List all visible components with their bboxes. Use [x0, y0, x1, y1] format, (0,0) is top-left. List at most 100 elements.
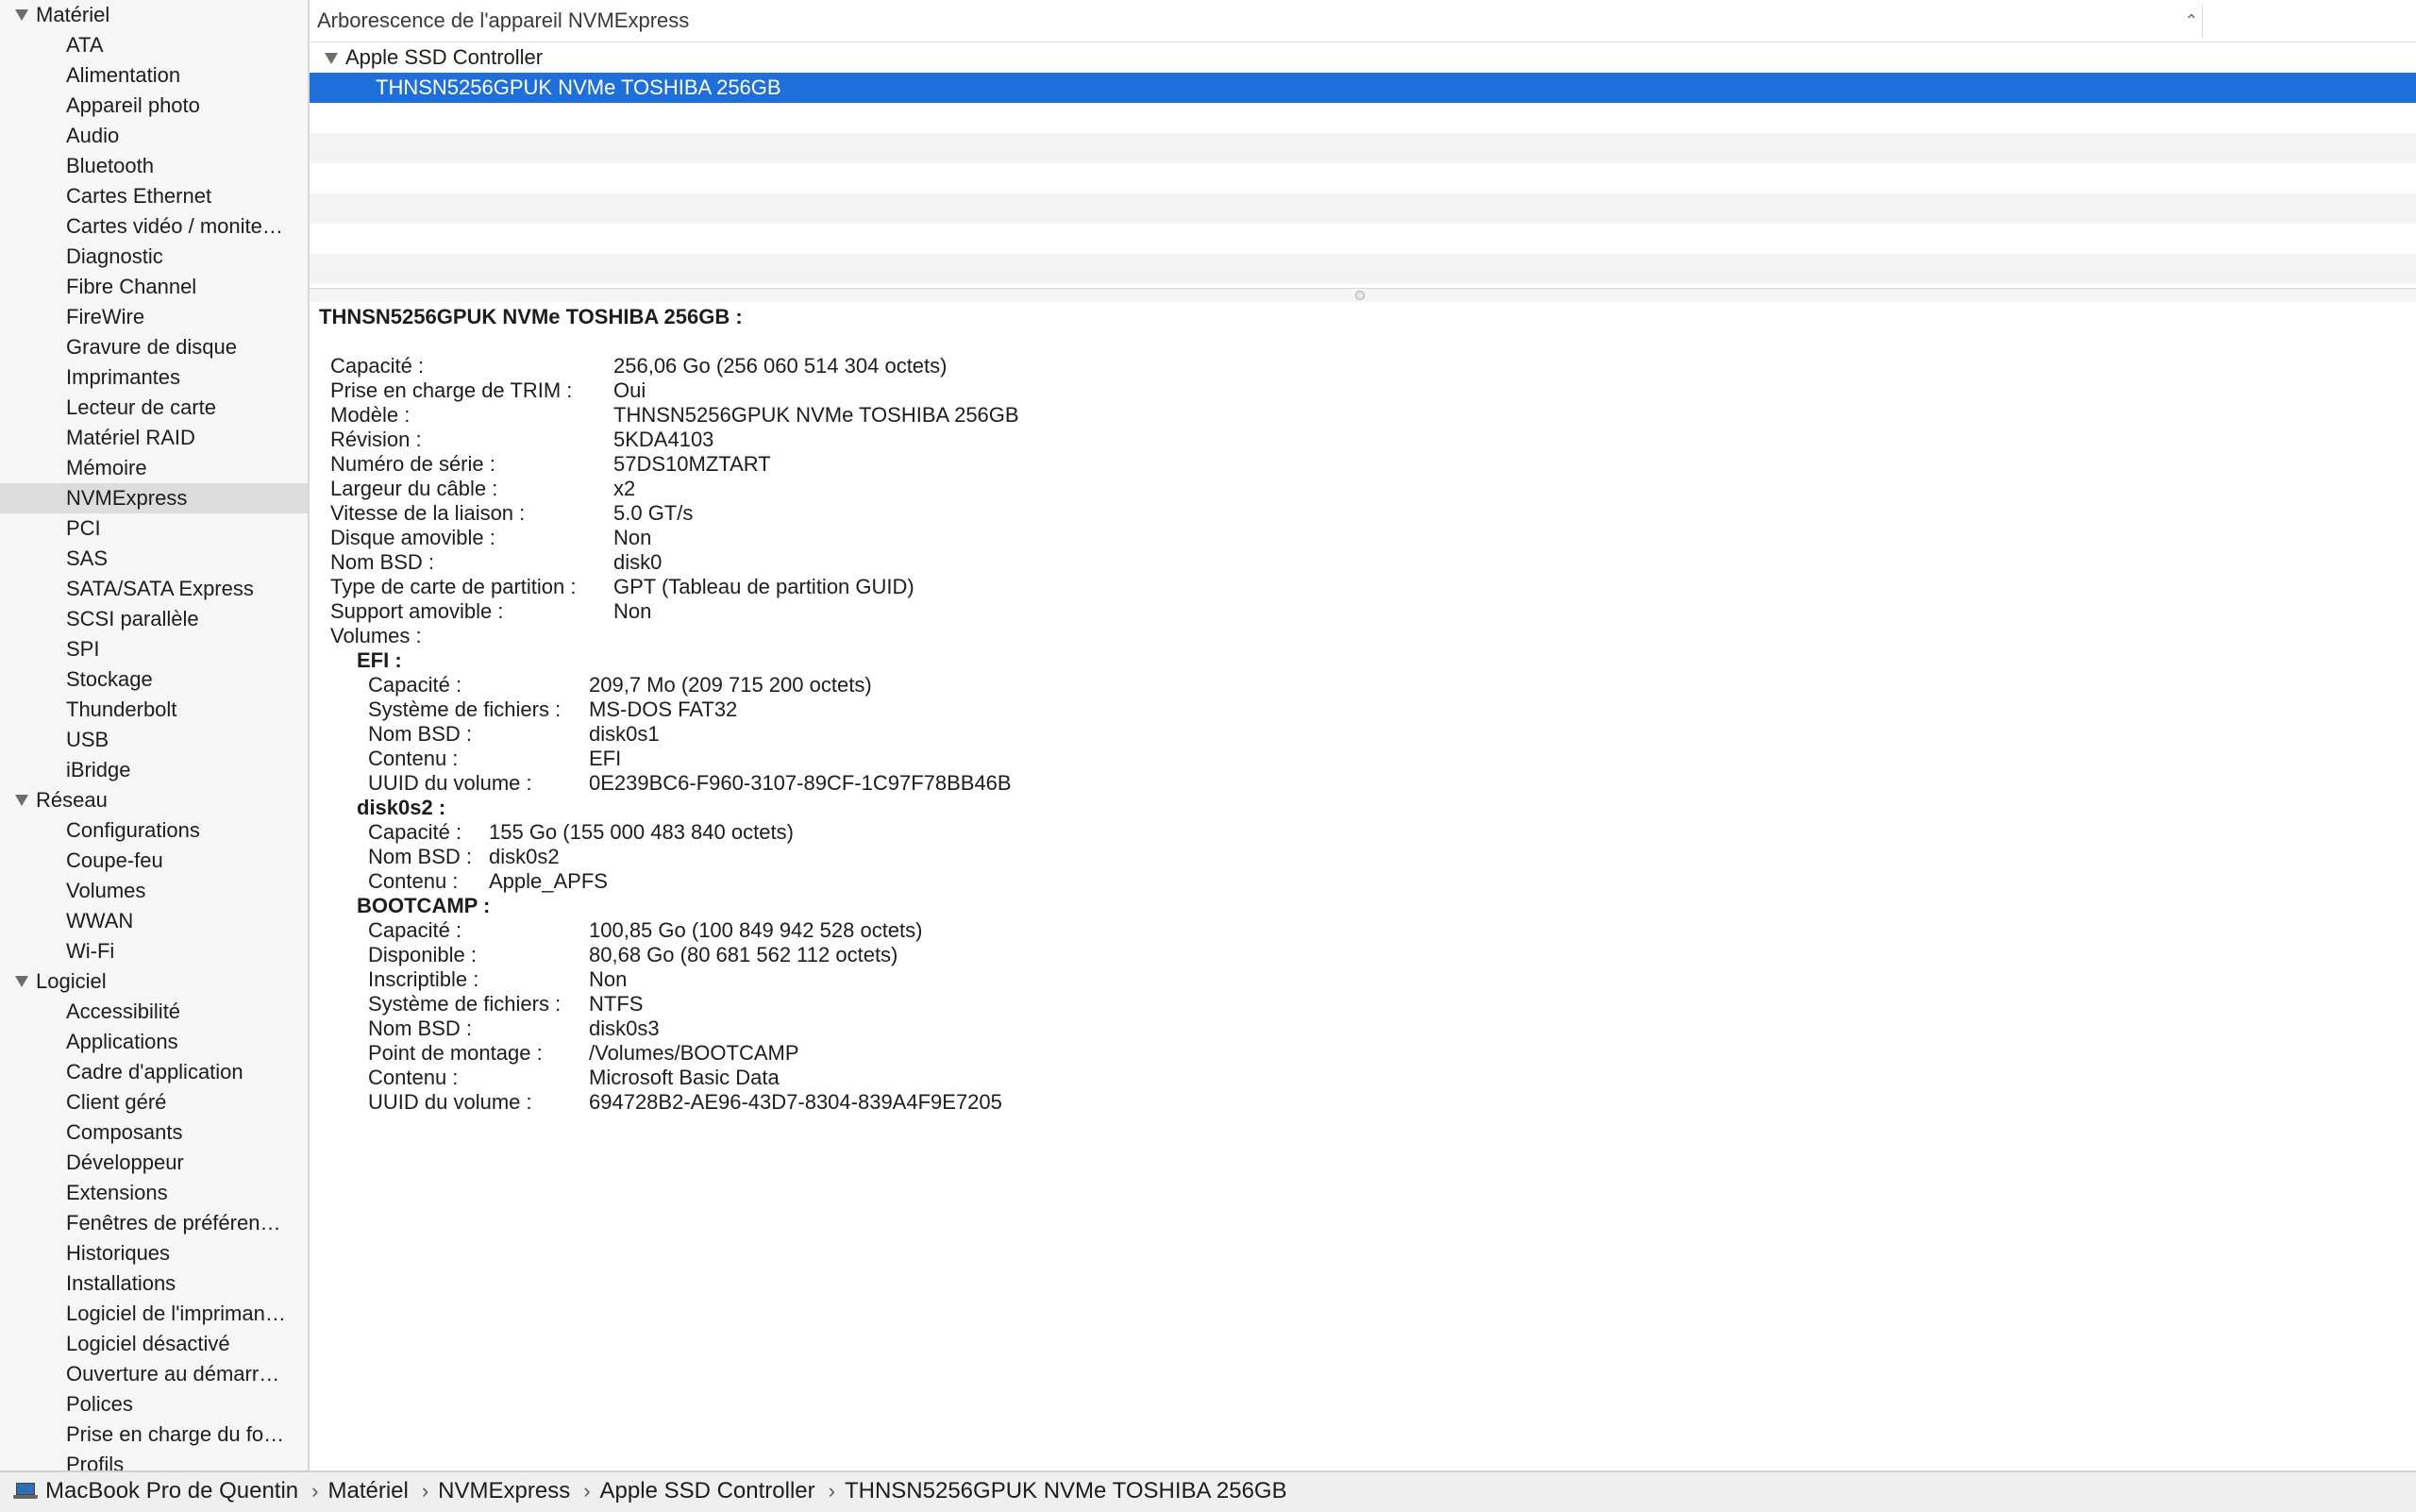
disclosure-triangle-icon[interactable]	[15, 976, 28, 987]
detail-pane: THNSN5256GPUK NVMe TOSHIBA 256GB : Capac…	[310, 302, 2416, 1470]
sidebar: Matériel ATA Alimentation Appareil photo…	[0, 0, 310, 1470]
sidebar-item-coupe-feu[interactable]: Coupe-feu	[0, 846, 308, 876]
sidebar-item-ouverture-demarrage[interactable]: Ouverture au démarr…	[0, 1359, 308, 1389]
sidebar-item-gravure-de-disque[interactable]: Gravure de disque	[0, 332, 308, 362]
sidebar-item-diagnostic[interactable]: Diagnostic	[0, 242, 308, 272]
field-key: Nom BSD :	[368, 722, 473, 746]
sidebar-item-developpeur[interactable]: Développeur	[0, 1148, 308, 1178]
field-value: x2	[613, 477, 636, 500]
chevron-right-icon: ›	[583, 1479, 591, 1503]
sidebar-item-logiciel-desactive[interactable]: Logiciel désactivé	[0, 1329, 308, 1359]
field-value: Non	[613, 526, 652, 549]
sidebar-item-client-gere[interactable]: Client géré	[0, 1087, 308, 1117]
sidebar-item-extensions[interactable]: Extensions	[0, 1178, 308, 1208]
sidebar-item-sata[interactable]: SATA/SATA Express	[0, 574, 308, 604]
volume-heading: EFI :	[357, 648, 402, 672]
field-value: EFI	[589, 747, 622, 770]
sidebar-item-logiciel-imprimante[interactable]: Logiciel de l'impriman…	[0, 1299, 308, 1329]
category-label: Réseau	[36, 788, 108, 812]
sidebar-category-logiciel[interactable]: Logiciel	[0, 966, 308, 997]
disclosure-triangle-icon[interactable]	[15, 9, 28, 21]
field-key: Disque amovible :	[330, 526, 495, 549]
field-value: GPT (Tableau de partition GUID)	[613, 575, 914, 598]
tree-row-controller[interactable]: Apple SSD Controller	[310, 42, 2416, 73]
field-value: 5.0 GT/s	[613, 501, 694, 525]
sidebar-item-thunderbolt[interactable]: Thunderbolt	[0, 695, 308, 725]
field-key: Numéro de série :	[330, 452, 495, 476]
breadcrumb-nvmexpress[interactable]: NVMExpress	[438, 1472, 570, 1510]
sidebar-item-firewire[interactable]: FireWire	[0, 302, 308, 332]
volume-heading: disk0s2 :	[357, 796, 446, 819]
sidebar-item-prise-en-charge-fo[interactable]: Prise en charge du fo…	[0, 1420, 308, 1450]
detail-title: THNSN5256GPUK NVMe TOSHIBA 256GB :	[319, 305, 743, 328]
sidebar-item-sas[interactable]: SAS	[0, 544, 308, 574]
tree-row-device[interactable]: THNSN5256GPUK NVMe TOSHIBA 256GB	[310, 73, 2416, 103]
disclosure-triangle-icon[interactable]	[15, 795, 28, 806]
field-value: 209,7 Mo (209 715 200 octets)	[589, 673, 872, 697]
sidebar-item-bluetooth[interactable]: Bluetooth	[0, 151, 308, 181]
sidebar-item-stockage[interactable]: Stockage	[0, 664, 308, 695]
sidebar-item-pci[interactable]: PCI	[0, 513, 308, 544]
tree-row-empty	[310, 193, 2416, 224]
sidebar-item-fibre-channel[interactable]: Fibre Channel	[0, 272, 308, 302]
sidebar-item-wwan[interactable]: WWAN	[0, 906, 308, 936]
tree-row-label: Apple SSD Controller	[345, 45, 544, 69]
sidebar-item-usb[interactable]: USB	[0, 725, 308, 755]
sidebar-item-imprimantes[interactable]: Imprimantes	[0, 362, 308, 393]
field-key: Système de fichiers :	[368, 992, 562, 1016]
sidebar-category-materiel[interactable]: Matériel	[0, 0, 308, 30]
disclosure-triangle-icon[interactable]	[325, 53, 338, 65]
sidebar-item-cartes-video[interactable]: Cartes vidéo / monite…	[0, 211, 308, 242]
sidebar-item-ibridge[interactable]: iBridge	[0, 755, 308, 785]
path-bar: MacBook Pro de Quentin › Matériel › NVMExpre…	[0, 1470, 2416, 1512]
sidebar-item-memoire[interactable]: Mémoire	[0, 453, 308, 483]
sidebar-item-cadre-application[interactable]: Cadre d'application	[0, 1057, 308, 1087]
sidebar-item-applications[interactable]: Applications	[0, 1027, 308, 1057]
sidebar-item-composants[interactable]: Composants	[0, 1117, 308, 1148]
field-value: MS-DOS FAT32	[589, 697, 738, 721]
sidebar-item-configurations[interactable]: Configurations	[0, 815, 308, 846]
field-key: Vitesse de la liaison :	[330, 501, 526, 525]
sidebar-item-installations[interactable]: Installations	[0, 1268, 308, 1299]
breadcrumb-materiel[interactable]: Matériel	[327, 1472, 408, 1510]
field-key: Type de carte de partition :	[330, 575, 577, 598]
tree-row-empty	[310, 224, 2416, 254]
sidebar-category-reseau[interactable]: Réseau	[0, 785, 308, 815]
sidebar-item-polices[interactable]: Polices	[0, 1389, 308, 1420]
sidebar-item-materiel-raid[interactable]: Matériel RAID	[0, 423, 308, 453]
sidebar-item-lecteur-de-carte[interactable]: Lecteur de carte	[0, 393, 308, 423]
sidebar-item-alimentation[interactable]: Alimentation	[0, 60, 308, 91]
field-key: UUID du volume :	[368, 771, 532, 795]
column-divider[interactable]	[2202, 4, 2203, 38]
sidebar-item-audio[interactable]: Audio	[0, 121, 308, 151]
pane-split-divider[interactable]	[310, 288, 2416, 303]
field-value: 57DS10MZTART	[613, 452, 771, 476]
split-handle-icon[interactable]	[1355, 291, 1365, 300]
sidebar-item-historiques[interactable]: Historiques	[0, 1238, 308, 1268]
sidebar-item-profils[interactable]: Profils	[0, 1450, 308, 1470]
field-key: Contenu :	[368, 1066, 459, 1089]
sidebar-item-cartes-ethernet[interactable]: Cartes Ethernet	[0, 181, 308, 211]
sidebar-item-accessibilite[interactable]: Accessibilité	[0, 997, 308, 1027]
tree-column-header[interactable]: Arborescence de l'appareil NVMExpress ⌃	[310, 0, 2416, 42]
breadcrumb-computer[interactable]: MacBook Pro de Quentin	[45, 1472, 298, 1510]
sidebar-item-wi-fi[interactable]: Wi-Fi	[0, 936, 308, 966]
sidebar-item-spi[interactable]: SPI	[0, 634, 308, 664]
volume-heading: BOOTCAMP :	[357, 894, 491, 917]
field-key: Système de fichiers :	[368, 697, 562, 721]
breadcrumb-controller[interactable]: Apple SSD Controller	[600, 1472, 815, 1510]
field-value: Oui	[613, 378, 646, 402]
sidebar-item-nvmexpress[interactable]: NVMExpress	[0, 483, 308, 513]
field-value: 5KDA4103	[613, 428, 714, 451]
sidebar-item-volumes[interactable]: Volumes	[0, 876, 308, 906]
field-key: Support amovible :	[330, 599, 504, 623]
sidebar-item-appareil-photo[interactable]: Appareil photo	[0, 91, 308, 121]
chevron-up-icon[interactable]: ⌃	[2178, 8, 2205, 34]
field-key: Contenu :	[368, 869, 459, 893]
field-key: Nom BSD :	[368, 1016, 473, 1040]
sidebar-item-fenetres-preferences[interactable]: Fenêtres de préféren…	[0, 1208, 308, 1238]
field-value: disk0	[613, 550, 663, 574]
breadcrumb-device[interactable]: THNSN5256GPUK NVMe TOSHIBA 256GB	[845, 1472, 1287, 1510]
sidebar-item-ata[interactable]: ATA	[0, 30, 308, 60]
sidebar-item-scsi-parallele[interactable]: SCSI parallèle	[0, 604, 308, 634]
